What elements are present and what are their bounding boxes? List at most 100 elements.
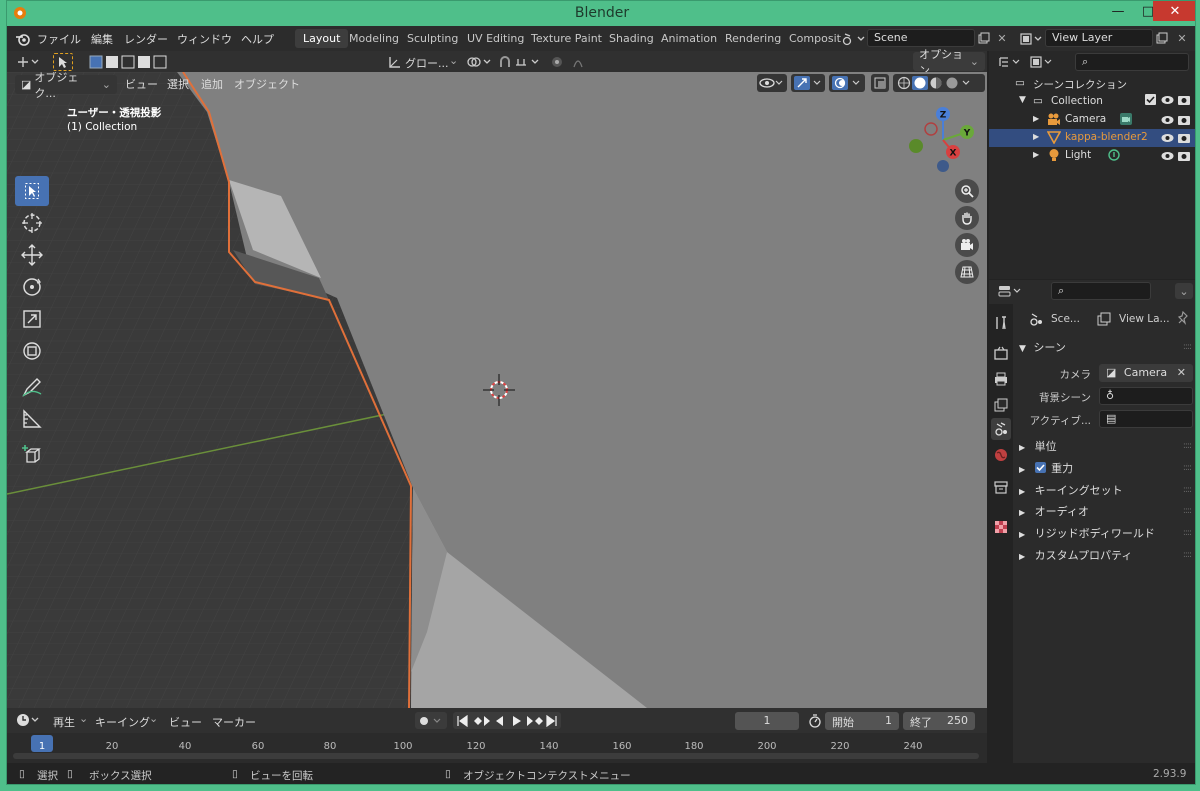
eye-icon[interactable] [1161, 115, 1174, 125]
stopwatch-icon[interactable] [807, 713, 823, 729]
chevron-down-icon[interactable]: ⌄ [449, 54, 458, 67]
proportional-editing-icon[interactable] [549, 54, 595, 70]
camera-data-icon[interactable] [1119, 112, 1133, 126]
eye-icon[interactable] [1161, 133, 1174, 143]
tab-compositing[interactable]: Composit [781, 29, 849, 48]
menu-object[interactable]: オブジェクト [234, 76, 300, 92]
start-frame-field[interactable]: 開始 1 [825, 712, 899, 730]
outliner-row-camera[interactable]: ▶ Camera [989, 111, 1195, 129]
overlays-icon[interactable] [829, 74, 865, 92]
eye-icon[interactable] [1161, 95, 1174, 105]
active-clip-field[interactable]: ▤ [1099, 410, 1193, 428]
move-tool[interactable] [15, 240, 49, 270]
menu-window[interactable]: ウィンドウ [177, 31, 232, 47]
tab-view-layer[interactable] [991, 394, 1011, 416]
tool-select-icon[interactable] [53, 53, 73, 71]
subpanel-rigid-body-world[interactable]: ▶ リジッドボディワールド [1019, 525, 1155, 541]
timeline-editor-type-icon[interactable] [15, 712, 43, 728]
drag-handle-icon[interactable]: :::: [1183, 342, 1192, 352]
menu-select[interactable]: 選択 [167, 76, 189, 92]
outliner-row-collection[interactable]: ▼ ▭ Collection [989, 93, 1195, 111]
drag-handle-icon[interactable]: :::: [1183, 506, 1192, 516]
menu-add[interactable]: 追加 [201, 76, 223, 92]
cursor-tool[interactable] [15, 208, 49, 238]
end-frame-field[interactable]: 終了 250 [903, 712, 975, 730]
shading-mode-icons[interactable] [893, 74, 985, 92]
camera-field[interactable]: ◪ Camera ✕ [1099, 364, 1193, 382]
xray-toggle-icon[interactable] [871, 74, 889, 92]
current-frame-field[interactable]: 1 [735, 712, 799, 730]
playback-controls[interactable] [453, 712, 561, 729]
zoom-view-button[interactable] [955, 179, 979, 203]
view-layer-field[interactable]: View Layer [1045, 29, 1153, 47]
pan-view-button[interactable] [955, 206, 979, 230]
tab-animation[interactable]: Animation [653, 29, 725, 48]
expand-arrow-icon[interactable]: ▶ [1033, 114, 1039, 123]
tab-world[interactable] [991, 444, 1011, 466]
new-view-layer-icon[interactable] [1155, 31, 1169, 45]
menu-marker[interactable]: マーカー [212, 714, 256, 730]
eye-icon[interactable] [1161, 151, 1174, 161]
tab-uv-editing[interactable]: UV Editing [459, 29, 532, 48]
subpanel-gravity[interactable]: ▶ 重力 [1019, 460, 1073, 476]
tab-sculpting[interactable]: Sculpting [399, 29, 466, 48]
expand-arrow-icon[interactable]: ▼ [1019, 95, 1026, 105]
new-scene-icon[interactable] [977, 31, 991, 45]
camera-view-button[interactable] [955, 233, 979, 257]
navigation-gizmo[interactable]: Z Y X [907, 104, 983, 174]
measure-tool[interactable] [15, 404, 49, 434]
menu-help[interactable]: ヘルプ [241, 31, 274, 47]
drag-handle-icon[interactable]: :::: [1183, 550, 1192, 560]
view-layer-selector-icon[interactable] [1019, 31, 1045, 47]
tab-tool[interactable] [991, 312, 1011, 334]
properties-search-input[interactable]: ⌕ [1051, 282, 1151, 300]
tab-collection[interactable] [991, 476, 1011, 498]
menu-edit[interactable]: 編集 [91, 31, 113, 47]
delete-scene-icon[interactable]: ✕ [995, 31, 1009, 45]
drag-handle-icon[interactable]: :::: [1183, 485, 1192, 495]
pin-icon[interactable] [1177, 311, 1189, 325]
selection-mode-icons[interactable] [87, 54, 171, 70]
options-dropdown[interactable]: オプション ⌄ [913, 48, 985, 77]
rotate-tool[interactable] [15, 272, 49, 302]
display-mode-icon[interactable] [1029, 54, 1055, 70]
blender-menu-icon[interactable] [15, 31, 31, 47]
delete-view-layer-icon[interactable]: ✕ [1175, 31, 1189, 45]
subpanel-audio[interactable]: ▶ オーディオ [1019, 503, 1089, 519]
menu-render[interactable]: レンダー [124, 31, 168, 47]
menu-playback[interactable]: 再生 [53, 714, 75, 730]
pivot-point-icon[interactable] [465, 54, 495, 70]
tab-output[interactable] [991, 368, 1011, 390]
light-data-icon[interactable] [1107, 148, 1121, 162]
render-camera-icon[interactable] [1178, 114, 1190, 125]
ortho-toggle-button[interactable] [955, 260, 979, 284]
subpanel-keying-sets[interactable]: ▶ キーイングセット [1019, 482, 1123, 498]
scene-field[interactable]: Scene [867, 29, 975, 47]
tab-rendering[interactable]: Rendering [717, 29, 789, 48]
clear-icon[interactable]: ✕ [1177, 366, 1186, 379]
expand-arrow-icon[interactable]: ▶ [1033, 150, 1039, 159]
outliner-row-mesh[interactable]: ▶ kappa-blender2 [989, 129, 1195, 147]
properties-options-dropdown[interactable]: ⌄ [1175, 283, 1193, 299]
tab-modeling[interactable]: Modeling [341, 29, 407, 48]
tab-render[interactable] [991, 342, 1011, 364]
transform-orientation-dropdown[interactable]: グロー... [405, 55, 449, 71]
transform-tool[interactable] [15, 336, 49, 366]
minimize-button[interactable]: — [1103, 1, 1133, 21]
menu-timeline-view[interactable]: ビュー [169, 714, 202, 730]
close-window-button[interactable]: ✕ [1153, 1, 1195, 21]
outliner-editor-type-icon[interactable] [997, 54, 1023, 70]
menu-keying[interactable]: キーイング [95, 714, 150, 730]
scale-tool[interactable] [15, 304, 49, 334]
properties-editor-type-icon[interactable] [997, 283, 1025, 299]
outliner-row-light[interactable]: ▶ Light [989, 147, 1195, 165]
outliner-row-scene-collection[interactable]: ▭ シーンコレクション [989, 75, 1195, 93]
gizmo-toggle-icon[interactable] [791, 74, 825, 92]
visibility-icon[interactable] [757, 74, 787, 92]
drag-handle-icon[interactable]: :::: [1183, 441, 1192, 451]
snapping-icon[interactable] [497, 54, 545, 70]
tab-texture[interactable] [991, 516, 1011, 538]
mode-dropdown[interactable]: ◪ オブジェク... ⌄ [15, 72, 117, 100]
scene-panel-header[interactable]: ▼ シーン [1019, 339, 1066, 355]
select-box-tool[interactable] [15, 176, 49, 206]
